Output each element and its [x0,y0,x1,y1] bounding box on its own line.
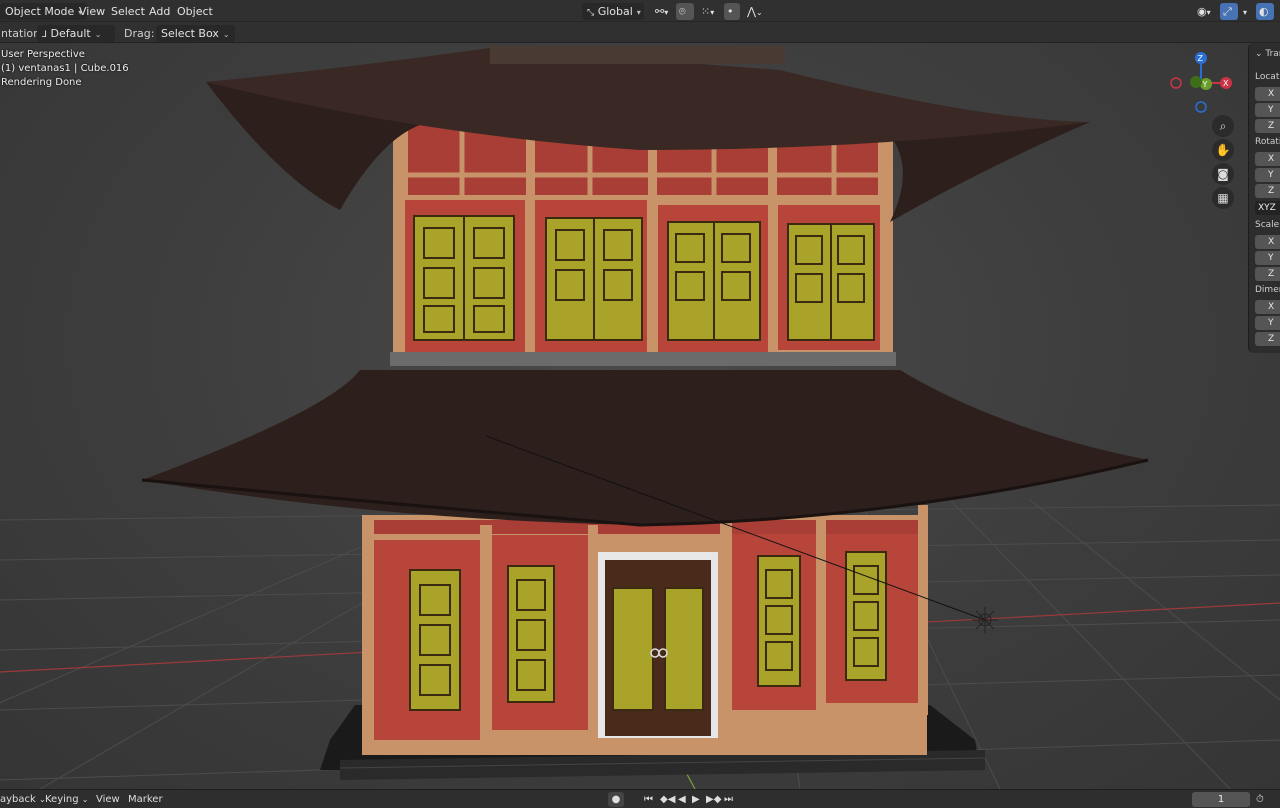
timeline-view-menu[interactable]: View [96,792,120,807]
tool-settings-bar: ntation: ⅃ Default ⌄ Drag: Select Box ⌄ [0,22,1280,43]
mode-label: Object Mode [5,5,75,18]
pan-icon[interactable]: ✋ [1212,139,1234,161]
upper-balcony-beam [390,352,896,366]
marker-menu[interactable]: Marker [128,792,163,807]
zoom-icon[interactable]: ⌕ [1212,115,1234,137]
sidebar-n-panel: ⌄ Trar Locatio X Y Z Rotatio X Y Z XYZ S… [1248,43,1280,353]
roof-ridge [490,46,785,64]
jump-end-icon[interactable]: ⏭ [724,792,733,807]
dimensions-z-field[interactable]: Z [1255,332,1280,346]
chevron-down-icon[interactable]: ▾ [1238,3,1252,20]
keying-menu[interactable]: Keying ⌄ [45,792,88,807]
rotation-y-field[interactable]: Y [1255,168,1280,182]
grid-icon[interactable]: ▦ [1212,187,1234,209]
lower-roof [142,370,1148,525]
gizmo-y-label: Y [1202,80,1208,89]
rotation-mode-dropdown[interactable]: XYZ [1255,201,1280,215]
3d-viewport[interactable]: User Perspective (1) ventanas1 | Cube.01… [0,43,1280,789]
record-icon[interactable]: ● [608,792,624,807]
chevron-down-icon: ▾ [636,8,641,17]
drag-dropdown[interactable]: Select Box ⌄ [156,25,235,42]
rotation-z-field[interactable]: Z [1255,184,1280,198]
render-status-label: Rendering Done [1,77,82,88]
gizmo-z-label: Z [1198,54,1204,63]
timeline-header: ayback ⌄ Keying ⌄ View Marker ● ⏮ ◆◀ ◀ ▶… [0,789,1280,808]
transform-panel-title: Trar [1265,49,1280,59]
rotation-label: Rotatio [1255,137,1280,147]
dimensions-label: Dimen [1255,285,1280,295]
overlay-icon[interactable]: ◐ [1256,3,1274,20]
viewport-header: Object Mode ▾ View Select Add Object ⤡ Gl… [0,0,1280,22]
dimensions-x-field[interactable]: X [1255,300,1280,314]
location-label: Locatio [1255,72,1280,82]
camera-icon[interactable]: ◙ [1212,163,1234,185]
location-y-field[interactable]: Y [1255,103,1280,117]
visibility-icon[interactable]: ◉▾ [1192,3,1216,20]
chevron-down-icon: ⌄ [1255,49,1263,59]
dimensions-y-field[interactable]: Y [1255,316,1280,330]
orientation-dropdown[interactable]: ⅃ Default ⌄ [37,25,115,42]
drag-label: Drag: [124,27,155,40]
prev-key-icon[interactable]: ◆◀ [660,792,675,807]
scale-y-field[interactable]: Y [1255,251,1280,265]
orientation-axes-icon: ⅃ [42,30,48,40]
menu-object[interactable]: Object [172,3,218,20]
play-icon[interactable]: ▶ [692,792,700,807]
scene-render [0,46,1280,789]
active-object-label: (1) ventanas1 | Cube.016 [1,63,129,74]
scale-z-field[interactable]: Z [1255,267,1280,281]
view-perspective-label: User Perspective [1,49,85,60]
gizmo-icon[interactable]: ⤢ [1220,3,1238,20]
next-key-icon[interactable]: ▶◆ [706,792,721,807]
pivot-icon[interactable]: ⚯▾ [650,3,673,20]
gizmo-x-label: X [1223,79,1229,88]
snap-target-icon[interactable]: ⁙▾ [696,3,719,20]
chevron-down-icon: ⌄ [94,30,102,39]
chevron-down-icon: ⌄ [81,795,89,804]
playback-menu[interactable]: ayback ⌄ [0,792,46,807]
timer-icon[interactable]: ⏱ [1256,792,1264,807]
navigation-gizmo[interactable]: Z X Y [1166,49,1236,115]
falloff-icon[interactable]: ⋀⌄ [742,3,768,20]
chevron-down-icon: ⌄ [222,30,230,39]
jump-start-icon[interactable]: ⏮ [644,792,653,807]
menu-view[interactable]: View [74,3,110,20]
keying-label: Keying [45,794,79,805]
play-reverse-icon[interactable]: ◀ [678,792,686,807]
scale-x-field[interactable]: X [1255,235,1280,249]
current-frame-field[interactable]: 1 [1192,792,1250,807]
orientation-value: Default [50,27,91,40]
rotation-x-field[interactable]: X [1255,152,1280,166]
proportional-icon[interactable]: • [724,3,740,20]
menu-add[interactable]: Add [144,3,175,20]
scale-label: Scale: [1255,220,1280,230]
transform-orientation-label: Global [597,5,633,18]
playback-label: ayback [0,794,36,805]
transform-orientation-selector[interactable]: ⤡ Global ▾ [582,3,644,20]
snap-icon[interactable]: ⌾ [676,3,694,20]
drag-value: Select Box [161,27,219,40]
transform-panel-header[interactable]: ⌄ Trar [1255,49,1280,59]
location-x-field[interactable]: X [1255,87,1280,101]
light-object [972,607,998,633]
location-z-field[interactable]: Z [1255,119,1280,133]
orientation-icon: ⤡ [587,8,595,18]
